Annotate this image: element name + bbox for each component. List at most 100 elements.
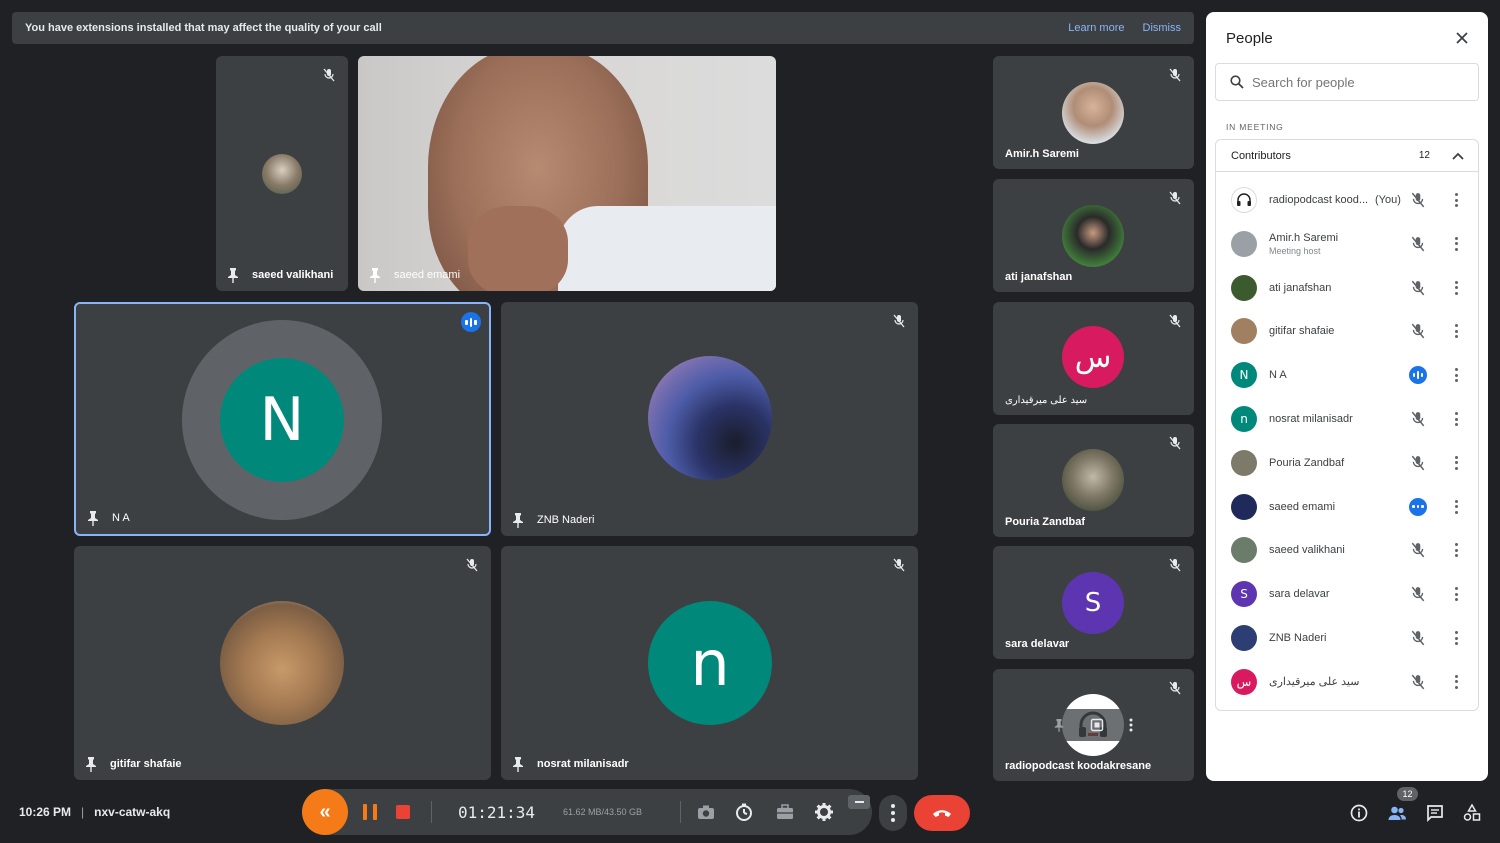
more-vert-icon[interactable] bbox=[1452, 455, 1460, 470]
participant-name: sara delavar bbox=[1269, 588, 1330, 600]
participant-row[interactable]: Pouria Zandbaf bbox=[1216, 441, 1478, 485]
participant-avatar bbox=[1231, 230, 1257, 257]
side-tile-seyed-ali[interactable]: س سید علی میرقیداری bbox=[993, 302, 1194, 415]
more-vert-icon[interactable] bbox=[1452, 587, 1460, 602]
pin-icon[interactable] bbox=[84, 756, 98, 772]
participant-name: radiopodcast kood... bbox=[1269, 194, 1368, 206]
side-tile-ati-janafshan[interactable]: ati janafshan bbox=[993, 179, 1194, 292]
more-vert-icon[interactable] bbox=[1452, 499, 1460, 514]
tile-saeed-valikhani[interactable]: saeed valikhani bbox=[216, 56, 348, 291]
participant-name-text: saeed valikhani bbox=[1269, 544, 1345, 557]
more-vert-icon[interactable] bbox=[1129, 718, 1133, 732]
frame-icon[interactable] bbox=[1090, 718, 1104, 732]
minimize-recorder-button[interactable] bbox=[848, 795, 870, 809]
more-vert-icon[interactable] bbox=[1452, 631, 1460, 645]
side-tile-amir-saremi[interactable]: Amir.h Saremi bbox=[993, 56, 1194, 169]
pin-icon[interactable] bbox=[511, 512, 525, 528]
tile-znb-naderi[interactable]: ZNB Naderi bbox=[501, 302, 918, 536]
side-tile-pouria-zandbaf[interactable]: Pouria Zandbaf bbox=[993, 424, 1194, 537]
participant-row[interactable]: n nosrat milanisadr bbox=[1216, 397, 1478, 441]
mic-off-icon[interactable] bbox=[1409, 629, 1427, 647]
chat-icon[interactable] bbox=[1425, 803, 1445, 823]
close-icon[interactable] bbox=[1454, 30, 1470, 46]
participant-row[interactable]: NN A bbox=[1216, 353, 1478, 397]
side-tile-radiopodcast-self[interactable]: radiopodcast koodakresane bbox=[993, 669, 1194, 781]
more-horiz-icon[interactable] bbox=[1409, 497, 1427, 516]
dismiss-link[interactable]: Dismiss bbox=[1143, 22, 1182, 34]
tile-na-active-speaker[interactable]: N N A bbox=[74, 302, 491, 536]
info-icon[interactable] bbox=[1349, 803, 1369, 823]
participant-row[interactable]: ati janafshan bbox=[1216, 266, 1478, 310]
mic-off-icon[interactable] bbox=[1409, 235, 1427, 253]
gear-icon[interactable] bbox=[814, 802, 834, 822]
more-vert-icon[interactable] bbox=[1452, 280, 1460, 295]
meeting-code[interactable]: nxv-catw-akq bbox=[94, 805, 170, 819]
camera-icon[interactable] bbox=[696, 802, 716, 822]
activities-icon[interactable] bbox=[1462, 803, 1482, 823]
participant-row[interactable]: Amir.h Saremi Meeting host bbox=[1216, 222, 1478, 266]
participant-row[interactable]: gitifar shafaie bbox=[1216, 309, 1478, 353]
tile-saeed-emami[interactable]: saeed emami bbox=[358, 56, 776, 291]
more-vert-icon[interactable] bbox=[1452, 324, 1460, 339]
contributors-header[interactable]: Contributors 12 bbox=[1216, 140, 1478, 172]
mic-off-icon[interactable] bbox=[1409, 410, 1427, 428]
stop-recording-button[interactable] bbox=[396, 805, 410, 819]
more-vert-icon[interactable] bbox=[1452, 412, 1460, 426]
recorder-divider bbox=[680, 801, 681, 823]
more-vert-icon[interactable] bbox=[1452, 368, 1460, 383]
search-people-field[interactable] bbox=[1215, 63, 1479, 101]
participant-row[interactable]: ZNB Naderi bbox=[1216, 616, 1478, 660]
participant-name: N A bbox=[1269, 369, 1287, 381]
tile-nosrat-milanisadr[interactable]: n nosrat milanisadr bbox=[501, 546, 918, 780]
pin-icon[interactable] bbox=[1053, 718, 1065, 732]
participant-name: ati janafshan bbox=[1269, 282, 1331, 294]
pin-icon[interactable] bbox=[368, 267, 382, 283]
chevron-up-icon[interactable] bbox=[1452, 152, 1464, 160]
participant-row[interactable]: Ssara delavar bbox=[1216, 572, 1478, 616]
search-input[interactable] bbox=[1252, 74, 1462, 90]
hangup-icon bbox=[933, 810, 951, 817]
participant-row[interactable]: radiopodcast kood... (You) bbox=[1216, 178, 1478, 222]
learn-more-link[interactable]: Learn more bbox=[1068, 22, 1124, 34]
mic-off-icon[interactable] bbox=[1409, 454, 1427, 472]
participant-name-text: gitifar shafaie bbox=[1269, 325, 1335, 338]
side-tile-sara-delavar[interactable]: S sara delavar bbox=[993, 546, 1194, 659]
mic-off-icon[interactable] bbox=[1409, 322, 1427, 340]
banner-message: You have extensions installed that may a… bbox=[25, 22, 382, 34]
participant-row[interactable]: saeed valikhani bbox=[1216, 528, 1478, 572]
recorder-divider bbox=[431, 801, 432, 823]
mic-off-icon[interactable] bbox=[1409, 673, 1427, 691]
participant-row[interactable]: س سید علی میرقیداری bbox=[1216, 660, 1478, 704]
mic-off-icon[interactable] bbox=[1409, 585, 1427, 603]
more-vert-icon[interactable] bbox=[1452, 543, 1460, 558]
participant-row[interactable]: saeed emami bbox=[1216, 485, 1478, 529]
more-options-button[interactable] bbox=[879, 795, 907, 831]
pin-icon[interactable] bbox=[511, 756, 525, 772]
mic-off-icon bbox=[1169, 558, 1181, 572]
more-vert-icon[interactable] bbox=[1452, 236, 1460, 251]
participant-name-text: ZNB Naderi bbox=[1269, 632, 1327, 644]
tile-gitifar-shafaie[interactable]: gitifar shafaie bbox=[74, 546, 491, 780]
pin-icon[interactable] bbox=[86, 510, 100, 526]
participant-name-text: nosrat milanisadr bbox=[1269, 413, 1353, 425]
speaking-indicator-icon[interactable] bbox=[1409, 366, 1427, 385]
people-icon[interactable] bbox=[1387, 803, 1407, 823]
timer-icon[interactable] bbox=[734, 802, 754, 822]
pause-recording-button[interactable] bbox=[363, 804, 377, 820]
toolbox-icon[interactable] bbox=[775, 802, 795, 822]
pin-icon[interactable] bbox=[226, 267, 240, 283]
leave-call-button[interactable] bbox=[914, 795, 970, 831]
mic-off-icon bbox=[893, 314, 905, 328]
mic-off-icon[interactable] bbox=[1409, 279, 1427, 297]
participant-avatar bbox=[1231, 537, 1257, 564]
mic-off-icon[interactable] bbox=[1409, 541, 1427, 559]
participant-name: saeed valikhani bbox=[1269, 544, 1345, 556]
more-vert-icon[interactable] bbox=[1452, 674, 1460, 689]
screen-recorder-toolbar: « 01:21:34 61.62 MB/43.50 GB bbox=[302, 789, 872, 835]
avatar-sara-delavar: S bbox=[1062, 572, 1124, 634]
more-vert-icon[interactable] bbox=[1452, 193, 1460, 207]
recorder-collapse-button[interactable]: « bbox=[302, 789, 348, 835]
participant-name-text: Amir.h Saremi bbox=[1269, 231, 1339, 244]
mic-off-icon[interactable] bbox=[1409, 191, 1427, 209]
participant-name: ZNB Naderi bbox=[1269, 632, 1326, 644]
